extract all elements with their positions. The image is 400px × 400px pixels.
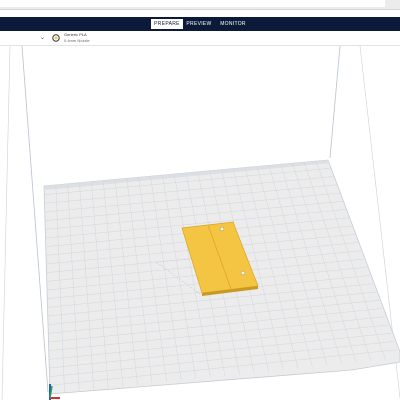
build-volume-scene[interactable]	[0, 46, 400, 400]
build-volume-outer-left-edge	[1, 46, 11, 400]
build-volume-back-right-edge	[329, 46, 341, 159]
chevron-down-icon[interactable]: ⌄	[40, 35, 46, 41]
printer-name[interactable]: Generic PLA	[64, 32, 87, 37]
tab-monitor[interactable]: MONITOR	[220, 19, 246, 29]
3d-viewport[interactable]	[0, 46, 400, 400]
model-screw-hole-bottom	[240, 270, 246, 276]
printer-settings-icon[interactable]	[52, 34, 60, 42]
address-area	[0, 0, 385, 7]
model-screw-hole-top	[219, 226, 225, 232]
printer-subtitle: 0.4mm Nozzle	[64, 38, 90, 43]
build-volume-left-edge	[21, 46, 49, 393]
tab-prepare[interactable]: PREPARE	[151, 19, 183, 29]
tab-preview[interactable]: PREVIEW	[186, 19, 212, 29]
printer-header-bar	[0, 31, 400, 46]
window-top-strip	[0, 0, 400, 10]
